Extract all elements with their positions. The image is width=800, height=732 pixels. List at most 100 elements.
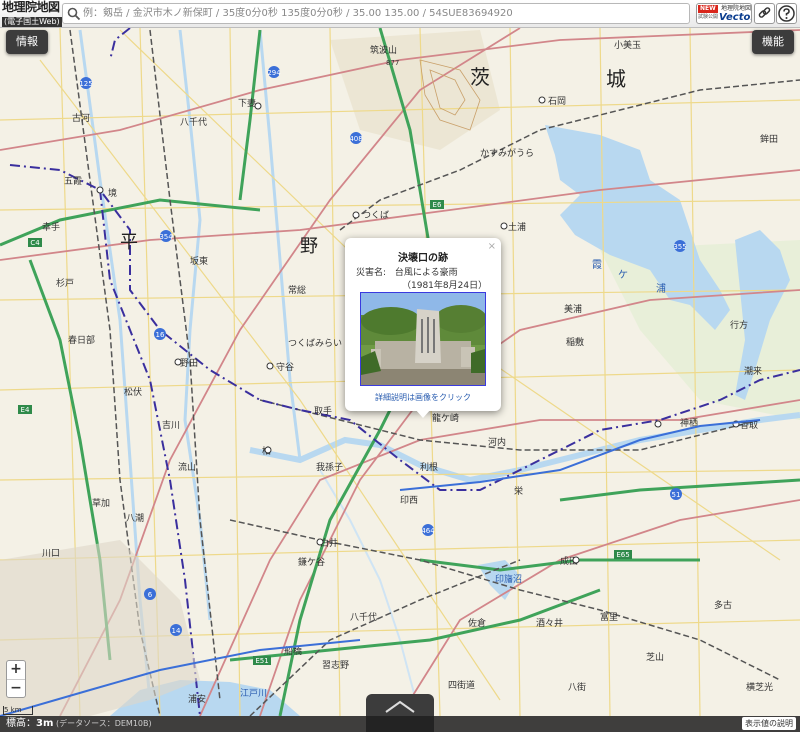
place-label: 龍ケ崎 xyxy=(432,412,459,424)
vector-name: Vector xyxy=(719,12,752,23)
logo-subtitle: (電子国土Web) xyxy=(2,17,62,27)
place-label: 栄 xyxy=(514,485,523,497)
place-label: 守谷 xyxy=(276,361,294,373)
search-input[interactable] xyxy=(83,5,683,22)
trial-label: 試験公開 xyxy=(698,14,719,20)
place-label: 稲敷 xyxy=(566,336,584,348)
place-label: 富里 xyxy=(600,611,618,623)
station-dot xyxy=(654,420,662,428)
place-label: 坂東 xyxy=(190,255,208,267)
lake-label: ケ xyxy=(618,269,628,281)
popup-title: 決壊口の跡 xyxy=(398,253,448,264)
station-dot xyxy=(96,186,104,194)
feature-popup: × 決壊口の跡 災害名: 台風による豪雨 （1981年8月24日） 詳細説明は画… xyxy=(345,238,501,418)
place-label: 古河 xyxy=(72,112,90,124)
place-label: 鎌ケ谷 xyxy=(298,556,325,568)
value-help-button[interactable]: 表示値の説明 xyxy=(742,717,796,730)
zoom-in-button[interactable]: + xyxy=(7,661,25,680)
lake-label: 印旛沼 xyxy=(495,573,522,585)
place-label: 流山 xyxy=(178,461,196,473)
info-button[interactable]: 情報 xyxy=(6,30,48,54)
route-number: 51 xyxy=(672,491,681,499)
place-label: 多古 xyxy=(714,599,732,611)
region-label: 平 xyxy=(120,232,138,253)
place-label: 八千代 xyxy=(180,117,207,128)
place-label: 河内 xyxy=(488,436,506,448)
share-link-button[interactable] xyxy=(754,3,775,24)
detail-link[interactable]: 詳細説明は画像をクリック xyxy=(345,392,501,403)
route-number: E65 xyxy=(616,551,629,559)
place-label: 五霞 xyxy=(64,176,82,187)
zoom-out-button[interactable]: − xyxy=(7,680,25,698)
place-label: 川口 xyxy=(42,549,60,559)
region-label: 茨 xyxy=(470,65,490,89)
place-label: かすみがうら xyxy=(480,147,534,159)
zoom-control: + − xyxy=(6,660,26,698)
place-label: 筑波山 xyxy=(370,44,397,56)
place-label: 我孫子 xyxy=(316,461,343,473)
elevation-label: 標高： xyxy=(6,718,36,729)
station-dot xyxy=(254,102,262,110)
region-label: 野 xyxy=(300,236,318,257)
search-icon xyxy=(67,7,81,21)
place-label: 土浦 xyxy=(508,221,526,233)
site-logo[interactable]: 地理院地図 (電子国土Web) xyxy=(2,0,62,27)
place-label: 印西 xyxy=(400,494,418,506)
place-label: つくばみらい xyxy=(288,338,342,349)
route-number: E51 xyxy=(255,657,268,665)
place-label: 常総 xyxy=(288,284,306,296)
place-label: 八潮 xyxy=(126,512,144,524)
route-number: 16 xyxy=(156,331,165,339)
place-label: 877 xyxy=(386,59,399,67)
station-dot xyxy=(352,211,360,219)
place-label: 野田 xyxy=(180,358,198,369)
vector-map-button[interactable]: NEW 試験公開 地理院地図 Vector xyxy=(696,3,752,24)
help-button[interactable] xyxy=(776,3,797,24)
new-badge: NEW xyxy=(698,5,718,13)
top-toolbar: 地理院地図 (電子国土Web) NEW 試験公開 地理院地図 Vector xyxy=(0,0,800,28)
route-number: 408 xyxy=(349,135,362,143)
place-label: 松伏 xyxy=(124,386,142,398)
route-number: 354 xyxy=(159,233,173,241)
place-label: 佐倉 xyxy=(468,617,486,629)
disaster-row: 災害名: 台風による豪雨 xyxy=(356,265,458,278)
place-label: 潮来 xyxy=(744,365,762,377)
logo-title: 地理院地図 xyxy=(2,0,60,14)
lake-label: 霞 xyxy=(592,259,602,271)
place-label: 習志野 xyxy=(322,659,349,671)
place-label: 小美玉 xyxy=(614,39,641,51)
place-label: 酒々井 xyxy=(536,617,563,629)
chevron-up-icon xyxy=(385,700,415,713)
place-label: 浦安 xyxy=(188,693,206,705)
route-number: 294 xyxy=(267,69,281,77)
monument-photo[interactable] xyxy=(360,292,486,386)
station-dot xyxy=(174,358,182,366)
place-label: 横芝光 xyxy=(746,681,773,693)
route-number: 125 xyxy=(79,80,92,88)
elevation-value: 3m xyxy=(36,718,54,729)
place-label: 八街 xyxy=(568,681,586,693)
place-label: 四街道 xyxy=(448,679,475,691)
route-number: 464 xyxy=(421,527,435,535)
place-label: 吉川 xyxy=(162,420,180,431)
popup-pointer xyxy=(415,409,431,418)
region-label: 城 xyxy=(606,67,626,91)
scale-bar: 5 km xyxy=(3,706,33,715)
search-box[interactable] xyxy=(62,3,690,24)
link-icon xyxy=(758,7,771,18)
help-icon xyxy=(778,5,795,22)
station-dot xyxy=(572,556,580,564)
place-label: つくば xyxy=(362,210,389,221)
place-label: 幸手 xyxy=(42,221,60,233)
station-dot xyxy=(266,362,274,370)
place-label: 境 xyxy=(108,187,117,199)
place-label: 行方 xyxy=(730,319,748,331)
place-label: 草加 xyxy=(92,497,110,509)
lake-label: 浦 xyxy=(656,282,666,295)
route-number: E4 xyxy=(21,406,30,414)
route-number: C4 xyxy=(30,239,40,247)
place-label: 八千代 xyxy=(350,612,377,623)
photo-image xyxy=(361,293,485,385)
functions-button[interactable]: 機能 xyxy=(752,30,794,54)
place-label: 春日部 xyxy=(68,334,95,346)
